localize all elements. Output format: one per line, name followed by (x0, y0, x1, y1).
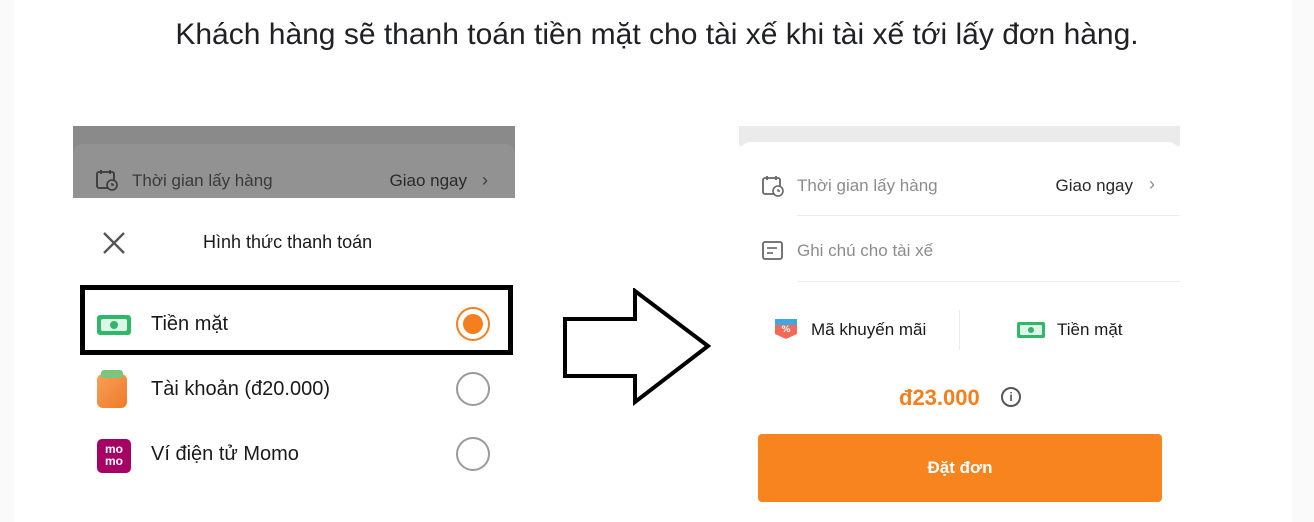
calendar-clock-icon (96, 170, 118, 191)
place-order-button[interactable]: Đặt đơn (758, 434, 1162, 502)
payment-option-label: Tài khoản (đ20.000) (151, 378, 331, 400)
pickup-time-label: Thời gian lấy hàng (797, 176, 938, 195)
order-price: đ23.000 (899, 385, 980, 410)
page-heading: Khách hàng sẽ thanh toán tiền mặt cho tà… (175, 18, 1139, 51)
payment-method-sheet-screenshot: Thời gian lấy hàng Giao ngay › Hình thức… (73, 126, 515, 522)
chevron-right-icon: › (482, 170, 488, 190)
cash-icon (1017, 322, 1045, 338)
close-icon[interactable] (101, 230, 127, 256)
sheet-title: Hình thức thanh toán (203, 232, 373, 252)
note-icon (762, 241, 783, 260)
divider (797, 215, 1180, 216)
arrow-right-icon (563, 288, 712, 407)
voucher-icon: % (775, 319, 797, 339)
payment-option-account[interactable]: Tài khoản (đ20.000) (73, 358, 515, 418)
order-summary-screenshot: Thời gian lấy hàng Giao ngay › Ghi chú c… (739, 126, 1180, 522)
divider (797, 281, 1180, 282)
payment-option-label: Ví điện tử Momo (151, 443, 299, 465)
payment-method-label: Tiền mặt (1057, 320, 1123, 339)
pickup-time-value: Giao ngay (389, 171, 468, 190)
chevron-right-icon: › (1149, 174, 1155, 194)
highlight-box (80, 285, 513, 355)
pickup-time-row[interactable]: Thời gian lấy hàng Giao ngay › (739, 156, 1180, 212)
order-card: Thời gian lấy hàng Giao ngay › Ghi chú c… (739, 142, 1180, 522)
payment-option-momo[interactable]: mo mo Ví điện tử Momo (73, 423, 515, 483)
pickup-time-row-dimmed: Thời gian lấy hàng Giao ngay › (73, 144, 515, 198)
svg-text:%: % (781, 325, 790, 335)
promo-code-label: Mã khuyến mãi (811, 320, 927, 339)
pickup-time-value: Giao ngay (1055, 176, 1134, 195)
vertical-divider (959, 310, 960, 350)
radio-unselected[interactable] (456, 372, 490, 406)
wallet-icon (97, 370, 131, 408)
momo-icon: mo mo (97, 439, 131, 473)
driver-note-row[interactable]: Ghi chú cho tài xế (739, 221, 1180, 277)
radio-unselected[interactable] (456, 437, 490, 471)
info-icon[interactable]: i (1001, 387, 1021, 407)
driver-note-placeholder: Ghi chú cho tài xế (797, 241, 934, 260)
pickup-time-label: Thời gian lấy hàng (132, 171, 273, 190)
calendar-clock-icon (762, 176, 784, 197)
